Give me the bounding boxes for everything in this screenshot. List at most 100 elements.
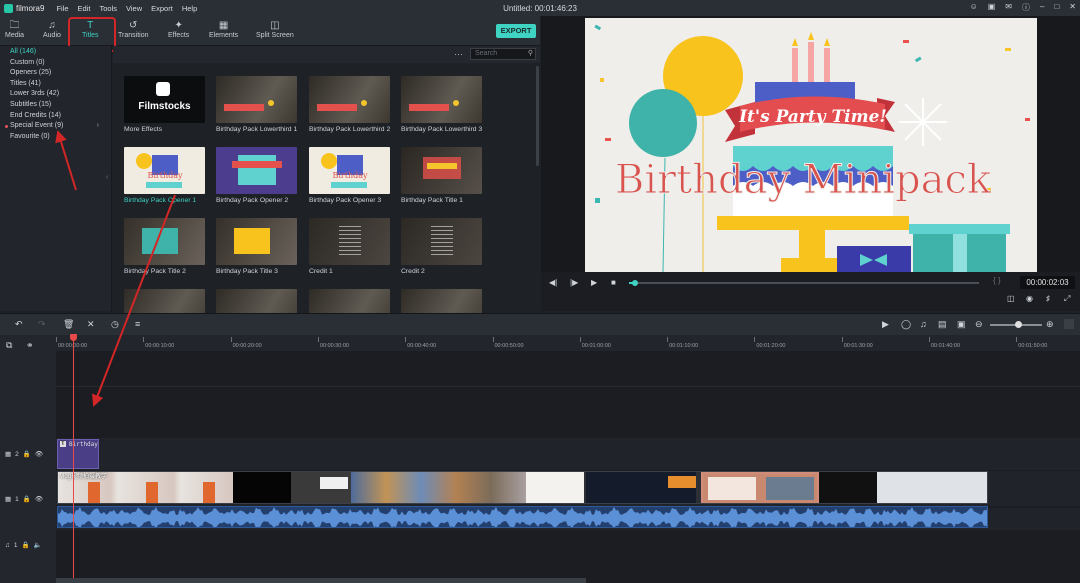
timeline-toolbar: ↶ ↷ 🗑 ✕ ◷ ≡ ▶ ◯ ♫ ▤ ▣ ⊖ ⊕ [0, 313, 1080, 335]
ruler-tick-label: 00:01:50:00 [1018, 343, 1048, 349]
preview-timecode: 00:00:02:03 [1020, 276, 1075, 289]
mark-in-out-icon[interactable]: { } [993, 276, 1001, 285]
add-track-icon[interactable]: ⧉ [6, 340, 12, 351]
adjust-icon[interactable]: ≡ [135, 319, 140, 329]
thumbnail-label: Birthday Pack Title 3 [216, 268, 278, 275]
video-clip[interactable]: vlog视频拍摄教学 [57, 471, 988, 504]
ruler-tick-label: 00:00:20:00 [232, 343, 262, 349]
step-back-icon[interactable]: ◀| [549, 278, 557, 287]
tab-elements[interactable]: ▦ Elements [209, 19, 238, 39]
title-thumbnail[interactable] [309, 218, 390, 265]
lock-icon[interactable]: 🔒 [23, 450, 31, 458]
link-icon[interactable]: ⚭ [26, 340, 34, 351]
monitor-icon[interactable]: ◫ [1007, 294, 1015, 303]
video-track-icon: ▦ [5, 496, 12, 503]
title-thumbnail[interactable] [309, 76, 390, 123]
account-icon[interactable]: ☺ [970, 2, 978, 13]
maximize-icon[interactable]: □ [1054, 2, 1059, 13]
lock-icon[interactable]: 🔒 [22, 541, 30, 549]
speaker-icon[interactable]: 🔈 [34, 541, 42, 549]
title-thumbnail[interactable] [401, 76, 482, 123]
menu-export[interactable]: Export [151, 4, 173, 13]
title-thumbnail[interactable]: Birthday [124, 147, 205, 194]
thumbnail-label: Credit 1 [309, 268, 333, 275]
category-custom[interactable]: Custom (0) [0, 58, 111, 69]
category-end-credits[interactable]: End Credits (14) [0, 111, 111, 122]
tab-audio[interactable]: ♫ Audio [43, 19, 61, 39]
timeline-scrollbar[interactable] [56, 578, 586, 583]
close-icon[interactable]: ✕ [1069, 2, 1076, 13]
lock-icon[interactable]: 🔒 [23, 495, 31, 503]
timeline-ruler[interactable]: 00:00:00:0000:00:10:0000:00:20:0000:00:3… [56, 335, 1080, 351]
library-scrollbar[interactable] [536, 66, 539, 166]
title-thumbnail[interactable] [216, 147, 297, 194]
save-icon[interactable]: ▣ [988, 2, 996, 13]
speed-icon[interactable]: ◷ [111, 319, 119, 330]
menu-help[interactable]: Help [182, 4, 197, 13]
audio-waveform[interactable] [57, 506, 988, 528]
delete-icon[interactable]: 🗑 [63, 319, 74, 330]
tab-media[interactable]: 🗀 Media [5, 19, 24, 39]
play-icon[interactable]: ▶ [591, 278, 597, 287]
menu-edit[interactable]: Edit [78, 4, 91, 13]
zoom-in-icon[interactable]: ⊕ [1046, 319, 1054, 330]
title-thumbnail[interactable] [401, 147, 482, 194]
title-thumbnail[interactable] [216, 76, 297, 123]
category-all[interactable]: All (146) [0, 47, 111, 58]
tab-split-screen[interactable]: ◫ Split Screen [256, 19, 294, 39]
title-clip[interactable]: T Birthday [57, 439, 99, 469]
zoom-handle[interactable] [1015, 321, 1022, 328]
search-icon: ⚲ [527, 50, 533, 57]
redo-icon[interactable]: ↷ [38, 319, 46, 330]
eye-icon[interactable]: 👁 [35, 495, 43, 503]
menu-file[interactable]: File [56, 4, 68, 13]
play-prev-icon[interactable]: |▶ [570, 278, 578, 287]
minimize-icon[interactable]: – [1040, 2, 1044, 13]
title-thumbnail[interactable]: Filmstocks [124, 76, 205, 123]
grid-view-icon[interactable]: ⋯ [454, 49, 463, 60]
stop-icon[interactable]: ■ [611, 278, 616, 287]
undo-icon[interactable]: ↶ [15, 319, 23, 330]
tab-transition[interactable]: ↺ Transition [118, 19, 148, 39]
mixer-icon[interactable]: ▤ [938, 319, 947, 330]
title-thumbnail[interactable]: Birthday [309, 147, 390, 194]
title-thumbnail[interactable] [401, 218, 482, 265]
playhead-handle[interactable] [70, 334, 77, 341]
transition-icon: ↺ [129, 20, 138, 31]
volume-icon[interactable]: ♯ [1046, 294, 1050, 303]
marker-icon[interactable]: ◯ [901, 319, 911, 330]
category-favourite[interactable]: Favourite (0) [0, 132, 111, 143]
filmstocks-logo-text: Filmstocks [138, 101, 191, 112]
info-icon[interactable]: ⓘ [1022, 2, 1030, 13]
collapse-panel-icon[interactable]: ‹ [106, 174, 108, 181]
zoom-slider[interactable] [990, 321, 1042, 328]
progress-handle[interactable] [632, 280, 638, 286]
thumbnail-label: Birthday Pack Opener 1 [124, 197, 197, 204]
music-track-icon: ♫ [5, 541, 10, 549]
export-button[interactable]: EXPORT [496, 24, 536, 38]
panel-toggle-icon[interactable] [1064, 319, 1074, 329]
snapshot-icon[interactable]: ◉ [1026, 294, 1033, 303]
eye-icon[interactable]: 👁 [35, 450, 43, 458]
category-lower-3rds[interactable]: Lower 3rds (42) [0, 89, 111, 100]
title-thumbnail[interactable] [216, 218, 297, 265]
render-icon[interactable]: ▶ [882, 319, 889, 330]
zoom-out-icon[interactable]: ⊖ [975, 319, 983, 330]
search-input[interactable]: Search ⚲ [470, 48, 536, 60]
voiceover-icon[interactable]: ♫ [920, 319, 927, 329]
playhead[interactable] [73, 334, 74, 583]
preview-progress-bar[interactable] [629, 280, 979, 286]
fullscreen-icon[interactable]: ⤢ [1064, 294, 1070, 304]
category-subtitles[interactable]: Subtitles (15) [0, 100, 111, 111]
snapshot-timeline-icon[interactable]: ▣ [957, 319, 966, 330]
menu-tools[interactable]: Tools [99, 4, 117, 13]
cut-icon[interactable]: ✕ [87, 319, 95, 330]
title-thumbnail[interactable] [124, 218, 205, 265]
category-titles[interactable]: Titles (41) [0, 79, 111, 90]
app-logo: filmora9 [4, 3, 44, 13]
menu-view[interactable]: View [126, 4, 142, 13]
category-special-event[interactable]: Special Event (9) › [0, 121, 111, 132]
mail-icon[interactable]: ✉ [1005, 2, 1012, 13]
category-openers[interactable]: Openers (25) [0, 68, 111, 79]
tab-effects[interactable]: ✦ Effects [168, 19, 189, 39]
